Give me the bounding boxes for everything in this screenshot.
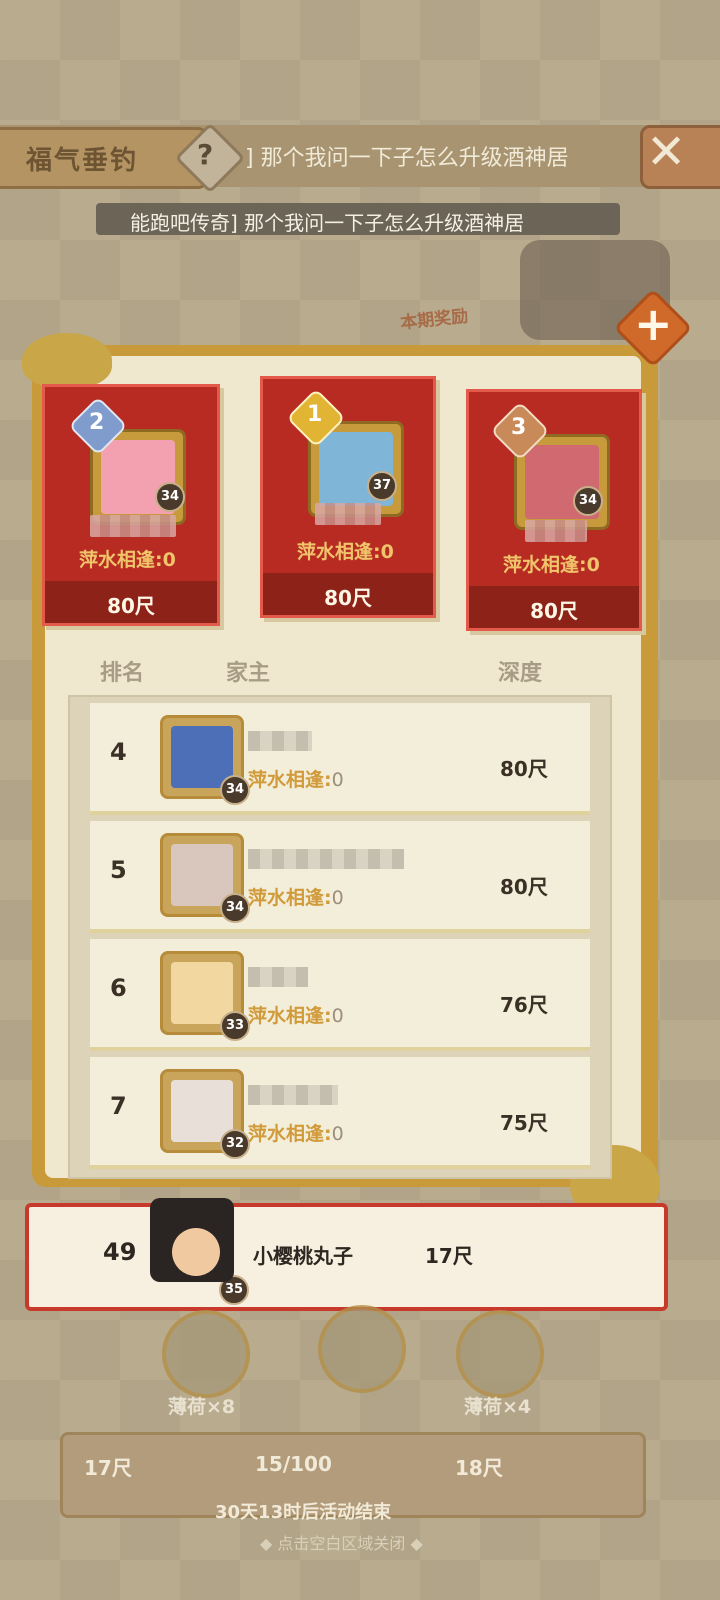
chat-marquee-text: 能跑吧传奇] 那个我问一下子怎么升级酒神居: [130, 211, 525, 235]
rank-number: 1: [307, 402, 323, 427]
page-title: 福气垂钓: [26, 146, 139, 176]
depth-value: 76尺: [500, 993, 548, 1017]
marquee-text-top: ] 那个我问一下子怎么升级酒神居: [245, 146, 569, 171]
relation-tag: 萍水相逢:0: [503, 554, 600, 576]
level-badge: 34: [155, 482, 185, 512]
level-badge: 32: [220, 1129, 250, 1159]
relation-tag-value: 0: [331, 769, 344, 791]
cloud-decoration-icon: [22, 333, 112, 388]
relation-tag: 萍水相逢:0: [248, 883, 344, 910]
close-hint: ◆ 点击空白区域关闭 ◆: [260, 1534, 423, 1553]
progress-count: 15/100: [255, 1452, 332, 1476]
podium-card-2[interactable]: 2 34 萍水相逢:0 80尺: [42, 384, 220, 626]
player-name-blurred: [315, 503, 381, 525]
progress-left-depth: 17尺: [84, 1456, 132, 1480]
rank-number: 3: [511, 415, 527, 440]
relation-tag-label: 萍水相逢:: [248, 1005, 332, 1027]
level-badge: 34: [220, 893, 250, 923]
my-rank-number: 49: [103, 1238, 137, 1266]
my-avatar-face: [172, 1228, 220, 1276]
relation-tag: 萍水相逢:0: [248, 1119, 344, 1146]
player-name-blurred: [248, 1085, 338, 1105]
depth-value: 80尺: [107, 594, 155, 618]
depth-value: 80尺: [530, 599, 578, 623]
relation-tag: 萍水相逢:0: [248, 1001, 344, 1028]
close-icon[interactable]: ✕: [646, 124, 686, 180]
player-name-blurred: [248, 849, 404, 869]
reward-mint-icon: [162, 1310, 250, 1398]
depth-bar: 80尺: [45, 581, 217, 623]
podium-card-1[interactable]: 1 37 萍水相逢:0 80尺: [260, 376, 436, 618]
relation-tag-value: 0: [331, 1123, 344, 1145]
column-header-owner: 家主: [226, 661, 271, 686]
rank-number: 4: [110, 738, 127, 766]
rank-number: 7: [110, 1092, 127, 1120]
depth-bar: 80尺: [469, 586, 639, 628]
level-badge: 34: [573, 486, 603, 516]
relation-tag-label: 萍水相逢:: [248, 887, 332, 909]
depth-value: 80尺: [500, 875, 548, 899]
reward-label: 薄荷×8: [168, 1396, 236, 1418]
ranking-row[interactable]: 4 34 萍水相逢:0 80尺: [90, 703, 590, 815]
level-badge: 37: [367, 471, 397, 501]
level-badge: 34: [220, 775, 250, 805]
column-header-depth: 深度: [498, 661, 543, 686]
podium-card-3[interactable]: 3 34 萍水相逢:0 80尺: [466, 389, 642, 631]
depth-value: 80尺: [500, 757, 548, 781]
rank-number: 5: [110, 856, 127, 884]
relation-tag-label: 萍水相逢:: [248, 769, 332, 791]
my-depth-value: 17尺: [425, 1244, 473, 1268]
player-name-blurred: [90, 515, 176, 537]
depth-value: 80尺: [324, 586, 372, 610]
reward-center-icon: [318, 1305, 406, 1393]
event-countdown: 30天13时后活动结束: [215, 1502, 392, 1523]
ranking-row[interactable]: 6 33 萍水相逢:0 76尺: [90, 939, 590, 1051]
plus-icon[interactable]: +: [634, 297, 673, 351]
relation-tag: 萍水相逢:0: [297, 541, 394, 563]
relation-tag-value: 0: [331, 1005, 344, 1027]
player-name-blurred: [525, 520, 587, 542]
relation-tag: 萍水相逢:0: [79, 549, 176, 571]
progress-right-depth: 18尺: [455, 1456, 503, 1480]
player-name-blurred: [248, 731, 312, 751]
ranking-row[interactable]: 5 34 萍水相逢:0 80尺: [90, 821, 590, 933]
rank-number: 2: [89, 410, 105, 435]
my-player-name: 小樱桃丸子: [253, 1244, 353, 1268]
rank-number: 6: [110, 974, 127, 1002]
player-name-blurred: [248, 967, 308, 987]
depth-bar: 80尺: [263, 573, 433, 615]
column-header-rank: 排名: [100, 661, 145, 686]
depth-value: 75尺: [500, 1111, 548, 1135]
relation-tag-value: 0: [331, 887, 344, 909]
relation-tag-label: 萍水相逢:: [248, 1123, 332, 1145]
reward-mint-icon: [456, 1310, 544, 1398]
relation-tag: 萍水相逢:0: [248, 765, 344, 792]
reward-label: 薄荷×4: [464, 1396, 532, 1418]
question-icon[interactable]: ?: [197, 138, 213, 171]
ranking-row[interactable]: 7 32 萍水相逢:0 75尺: [90, 1057, 590, 1169]
level-badge: 33: [220, 1011, 250, 1041]
